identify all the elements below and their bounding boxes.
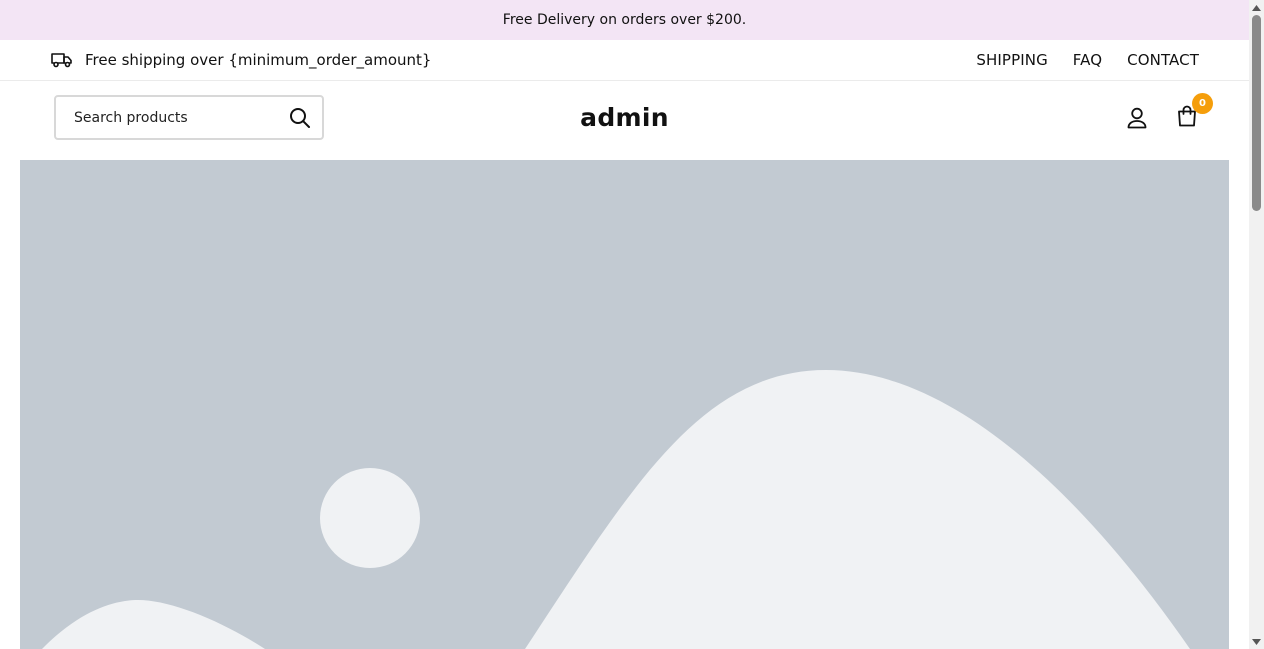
user-icon[interactable] bbox=[1125, 105, 1149, 131]
shipping-link[interactable]: SHIPPING bbox=[976, 51, 1047, 69]
site-header: admin 0 bbox=[0, 81, 1249, 160]
header-actions: 0 bbox=[1125, 93, 1213, 131]
cart-count-badge: 0 bbox=[1192, 93, 1213, 114]
faq-link[interactable]: FAQ bbox=[1073, 51, 1102, 69]
scroll-up-arrow-icon[interactable] bbox=[1249, 0, 1264, 15]
utility-nav: SHIPPING FAQ CONTACT bbox=[976, 51, 1199, 69]
free-shipping-notice: Free shipping over {minimum_order_amount… bbox=[51, 51, 431, 69]
site-logo[interactable]: admin bbox=[0, 103, 1249, 132]
cart-button[interactable]: 0 bbox=[1175, 93, 1213, 131]
scroll-down-arrow-icon[interactable] bbox=[1249, 634, 1264, 649]
truck-icon bbox=[51, 52, 73, 68]
hero-image-placeholder bbox=[20, 160, 1229, 649]
contact-link[interactable]: CONTACT bbox=[1127, 51, 1199, 69]
page: Free Delivery on orders over $200. Free … bbox=[0, 0, 1249, 649]
scrollbar-thumb[interactable] bbox=[1252, 15, 1261, 211]
announcement-text: Free Delivery on orders over $200. bbox=[502, 12, 747, 28]
scrollbar[interactable] bbox=[1249, 0, 1264, 649]
free-shipping-text: Free shipping over {minimum_order_amount… bbox=[85, 51, 432, 69]
announcement-bar: Free Delivery on orders over $200. bbox=[0, 0, 1249, 40]
utility-bar: Free shipping over {minimum_order_amount… bbox=[0, 40, 1249, 81]
